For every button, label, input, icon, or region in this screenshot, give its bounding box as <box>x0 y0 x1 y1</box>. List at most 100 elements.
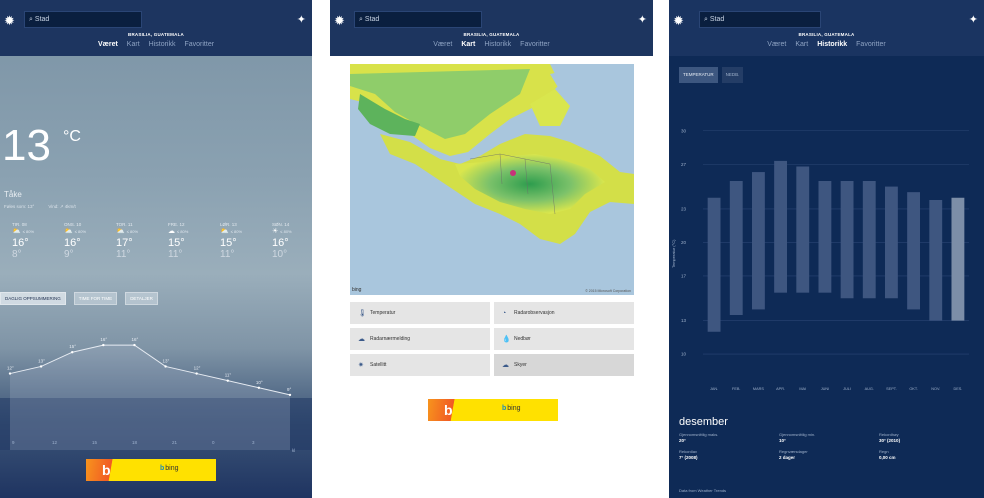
pin-icon[interactable]: ✦ <box>969 13 978 26</box>
temperature-range-bar[interactable] <box>862 181 876 299</box>
forecast-low: 11° <box>168 249 183 260</box>
bing-ad-banner[interactable]: b bbing <box>428 399 558 421</box>
forecast-day[interactable]: FRE. 12 ☁ ≤ 80% 15° 11° <box>156 222 208 260</box>
forecast-day[interactable]: TOR. 11 ⛅ ≤ 80% 17° 11° <box>104 222 156 260</box>
y-tick-label: 10 <box>681 352 687 357</box>
pin-icon[interactable]: ✦ <box>297 13 306 26</box>
forecast-low: 8° <box>12 249 22 260</box>
daily-summary-button[interactable]: DAGLIG OPPSUMMERING <box>0 292 66 305</box>
tab-history[interactable]: Historikk <box>817 41 847 48</box>
hourly-point <box>164 365 167 368</box>
stat-item: Regn 0,00 cm <box>879 449 979 460</box>
current-temperature: 13 <box>2 121 51 170</box>
temperature-toggle-button[interactable]: TEMPERATUR <box>679 67 718 83</box>
precipitation-toggle-button[interactable]: NEDB. <box>721 67 744 83</box>
history-screen: ✹ ⌕ Stad ✦ BRASILIA, GUATEMALA Været Kart… <box>669 0 984 498</box>
map-layer-satellitt[interactable]: ✷ Satellitt <box>350 354 490 376</box>
temperature-range-bar[interactable] <box>774 160 788 293</box>
hourly-point <box>8 372 12 375</box>
map-layer-skyer[interactable]: ☁ Skyer <box>494 354 634 376</box>
temperature-range-bar[interactable] <box>907 192 921 310</box>
map-layer-nedbør[interactable]: 💧 Nedbør <box>494 328 634 350</box>
hourly-point <box>39 365 43 368</box>
location-marker[interactable] <box>510 170 516 176</box>
top-bar: ✹ ⌕ Stad ✦ BRASILIA, GUATEMALA Været Kart… <box>330 0 653 56</box>
stat-item: Regnværsdager 2 dager <box>779 449 879 460</box>
sun-icon[interactable]: ✹ <box>334 13 345 29</box>
temperature-range-bar[interactable] <box>951 197 965 321</box>
cloud-sun-icon: ⛅ <box>116 228 125 235</box>
precip-chance: ≤ 80% <box>230 229 243 234</box>
hourly-point <box>133 343 136 347</box>
temperature-range-bar[interactable] <box>751 172 765 310</box>
month-tick-label: AUG. <box>865 387 874 391</box>
temperature-range-bar[interactable] <box>796 166 810 293</box>
map-layer-radarobservasjon[interactable]: ◔ Radarobservasjon <box>494 302 634 324</box>
month-stats: Gjennomsnittlig maks. 20° Gjennomsnittlig … <box>679 432 979 460</box>
tab-map[interactable]: Kart <box>127 41 140 48</box>
temperature-unit: °C <box>63 128 81 145</box>
stat-value: 2 dager <box>779 455 796 460</box>
search-input[interactable]: ⌕ Stad <box>24 11 142 28</box>
details-button[interactable]: DETALJER <box>125 292 158 305</box>
wind: Vind: ↗ 4km/t <box>48 204 76 209</box>
map-layer-radarnærmelding[interactable]: ☁ Radarnærmelding <box>350 328 490 350</box>
month-tick-label: DES. <box>953 387 962 391</box>
forecast-day[interactable]: LØR. 13 ⛅ ≤ 80% 15° 11° <box>208 222 260 260</box>
bing-ad-banner[interactable]: b bbing <box>86 459 216 481</box>
month-tick-label: JAN. <box>710 387 718 391</box>
stat-value: 30° (2010) <box>879 438 901 443</box>
forecast-day[interactable]: TIR. 08 ⛅ ≤ 80% 16° 8° <box>0 222 52 260</box>
hourly-label: 11° <box>225 373 232 378</box>
temperature-range-bar[interactable] <box>884 186 898 299</box>
hourly-button[interactable]: TIME FOR TIME <box>73 292 118 305</box>
forecast-day[interactable]: SØN. 14 ☀ ≤ 80% 16° 10° <box>260 222 312 260</box>
cloud-icon: ☁ <box>168 228 175 235</box>
hourly-label: 13° <box>38 358 45 363</box>
tab-favorites[interactable]: Favoritter <box>856 41 886 48</box>
temperature-range-bar[interactable] <box>729 181 743 315</box>
hour-tick: 21 <box>172 440 178 445</box>
weather-map[interactable]: bing © 2015 Microsoft Corporation <box>350 64 634 295</box>
sun-icon: ☀ <box>272 228 279 235</box>
tab-history[interactable]: Historikk <box>484 41 511 48</box>
stat-item: Rekordhøy 30° (2010) <box>879 432 979 443</box>
hourly-point <box>257 386 261 389</box>
stat-value: 10° <box>779 438 786 443</box>
sun-icon[interactable]: ✹ <box>673 13 684 29</box>
search-input[interactable]: ⌕ Stad <box>699 11 821 28</box>
radar-icon: ◔ <box>502 309 507 317</box>
tab-favorites[interactable]: Favoritter <box>520 41 550 48</box>
top-bar: ✹ ⌕ Stad ✦ BRASILIA, GUATEMALA Været Kart… <box>669 0 984 56</box>
location-title: BRASILIA, GUATEMALA <box>798 32 855 37</box>
map-layer-label: Skyer <box>514 362 527 368</box>
month-tick-label: JUNI <box>821 387 829 391</box>
temperature-range-bar[interactable] <box>840 181 854 299</box>
pin-icon[interactable]: ✦ <box>638 13 647 26</box>
tab-weather[interactable]: Været <box>98 41 118 48</box>
month-tick-label: SEPT. <box>886 387 897 391</box>
y-tick-label: 30 <box>681 128 687 133</box>
forecast-day[interactable]: ONS. 10 ⛅ ≤ 80% 16° 9° <box>52 222 104 260</box>
sun-icon[interactable]: ✹ <box>4 13 15 29</box>
tab-favorites[interactable]: Favoritter <box>184 41 214 48</box>
thermometer-icon: 🌡 <box>358 310 367 317</box>
tab-map[interactable]: Kart <box>461 41 475 48</box>
stat-label: Rekordhøy <box>879 432 899 437</box>
tab-history[interactable]: Historikk <box>149 41 176 48</box>
nav-tabs: Været Kart Historikk Favoritter <box>0 41 312 48</box>
y-tick-label: 27 <box>681 162 687 167</box>
map-layer-label: Satellitt <box>370 362 387 368</box>
tab-map[interactable]: Kart <box>795 41 808 48</box>
temperature-range-bar[interactable] <box>929 199 943 321</box>
temperature-range-bar[interactable] <box>707 197 721 332</box>
tab-weather[interactable]: Været <box>767 41 786 48</box>
map-graphic <box>350 64 634 244</box>
temperature-range-bar[interactable] <box>818 181 832 293</box>
bing-logo-icon: b <box>444 402 453 418</box>
search-input[interactable]: ⌕ Stad <box>354 11 482 28</box>
tab-weather[interactable]: Været <box>433 41 452 48</box>
precip-chance: ≤ 80% <box>280 229 292 234</box>
map-layer-temperatur[interactable]: 🌡 Temperatur <box>350 302 490 324</box>
history-chart: 30 27 23 20 17 13 10 Temperatur (°C) JAN. FEB. MAR… <box>671 128 969 391</box>
